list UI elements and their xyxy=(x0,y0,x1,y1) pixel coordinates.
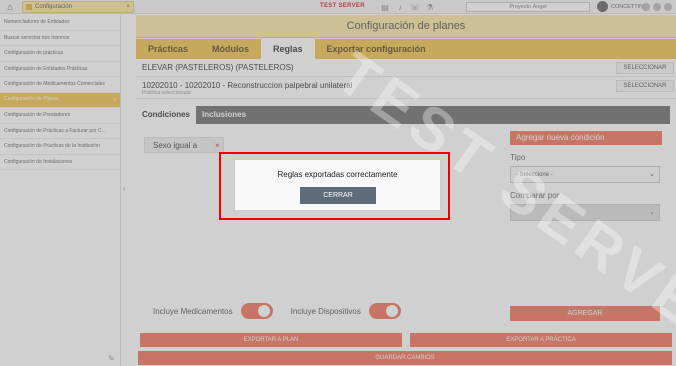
dialog-message: Reglas exportadas correctamente xyxy=(277,170,398,179)
close-dialog-button[interactable]: CERRAR xyxy=(300,187,376,204)
success-dialog: Reglas exportadas correctamente CERRAR xyxy=(234,159,441,211)
